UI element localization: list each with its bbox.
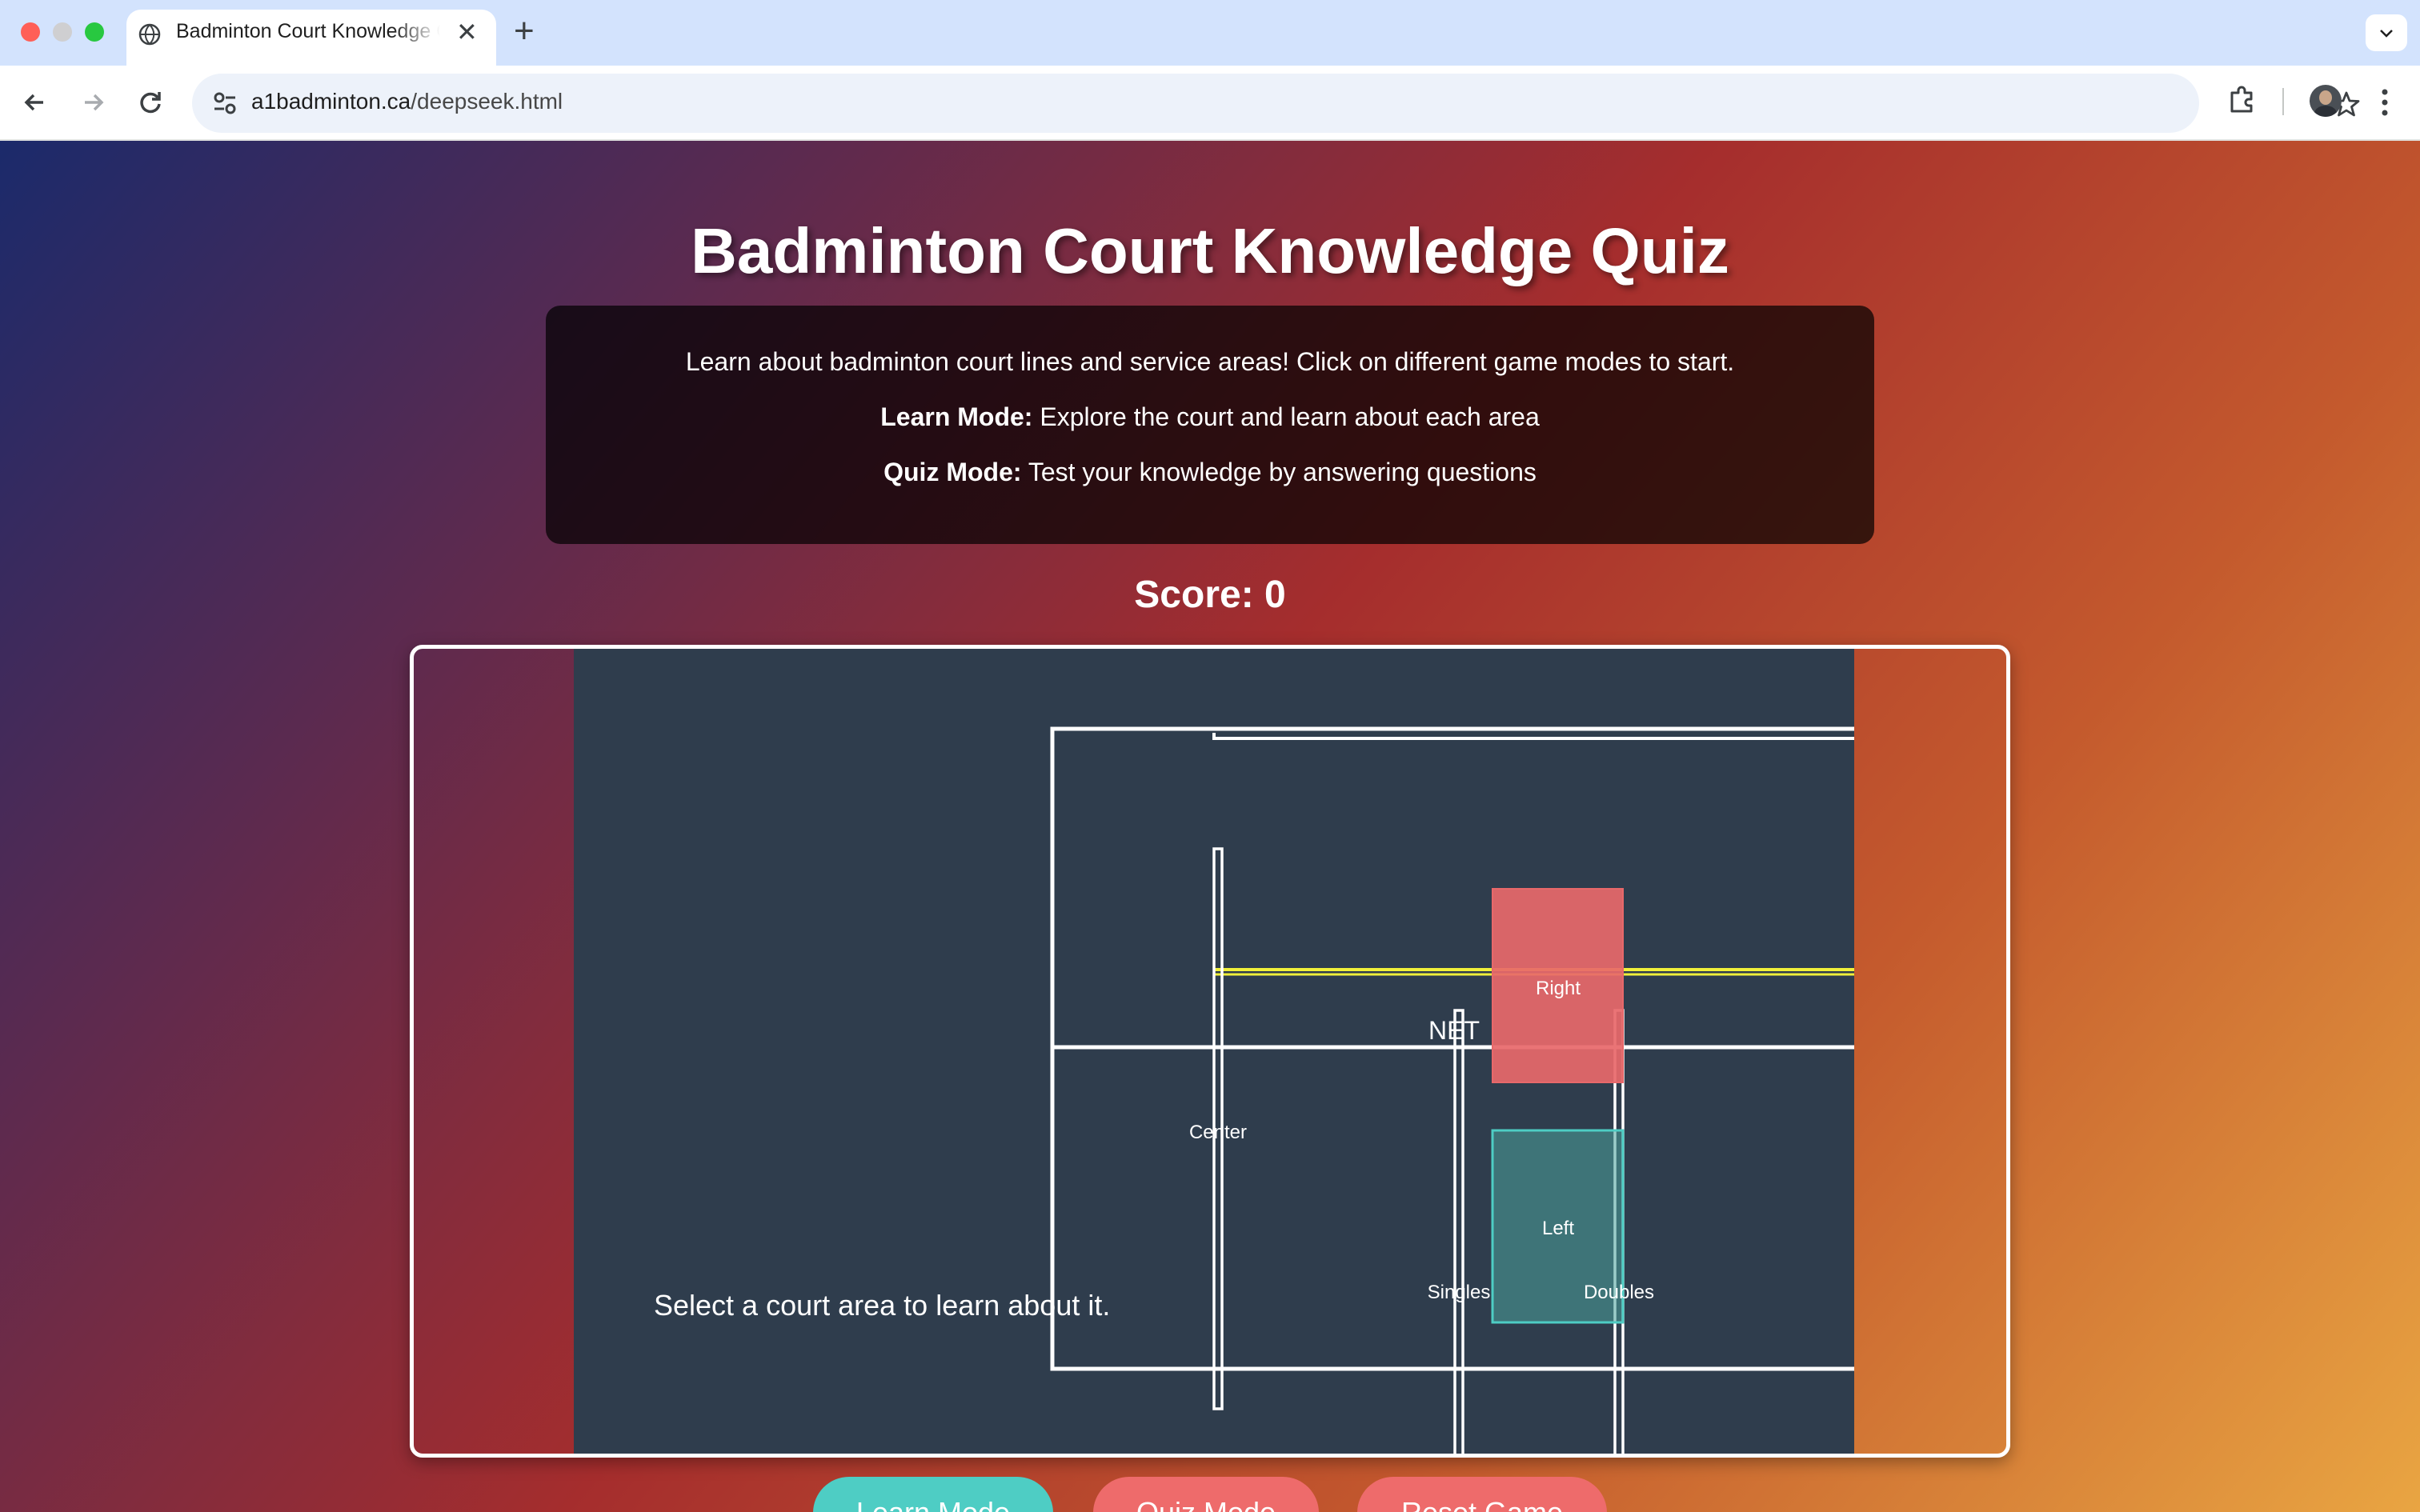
plus-icon[interactable]: + [514, 11, 535, 51]
singles-label: Singles [1428, 1282, 1491, 1303]
reload-icon[interactable] [133, 85, 168, 120]
instructions-panel: Learn about badminton court lines and se… [546, 306, 1874, 544]
avatar-body [2314, 106, 2337, 117]
toolbar-divider [2282, 88, 2284, 115]
close-window-button[interactable] [21, 22, 40, 42]
left-label: Left [1542, 1218, 1574, 1239]
url-text: a1badminton.ca/deepseek.html [251, 89, 563, 114]
maximize-window-button[interactable] [85, 22, 104, 42]
score-label: Score: [1134, 574, 1265, 616]
url-path: /deepseek.html [411, 89, 563, 114]
page-viewport: Badminton Court Knowledge Quiz Learn abo… [0, 141, 2420, 1512]
net-label: NET [1428, 1016, 1480, 1045]
address-bar[interactable]: a1badminton.ca/deepseek.html [192, 74, 2360, 133]
badminton-court[interactable]: Right NET Center Left Singles Doubles Se… [574, 649, 1854, 1454]
back-arrow-icon[interactable] [18, 85, 53, 120]
tune-icon[interactable] [211, 90, 238, 117]
reset-game-button[interactable]: Reset Game [1357, 1477, 1607, 1512]
kebab-menu-icon[interactable] [2380, 86, 2390, 118]
minimize-window-button[interactable] [53, 22, 72, 42]
browser-toolbar: a1badminton.ca/deepseek.html [0, 66, 2420, 141]
quiz-mode-button[interactable]: Quiz Mode [1093, 1477, 1319, 1512]
learn-mode-text: Explore the court and learn about each a… [1032, 402, 1540, 431]
learn-mode-button[interactable]: Learn Mode [813, 1477, 1053, 1512]
score-value: 0 [1264, 574, 1286, 616]
learn-mode-label: Learn Mode: [880, 402, 1033, 431]
chevron-down-icon [2380, 30, 2393, 38]
page-title: Badminton Court Knowledge Quiz [691, 215, 1729, 286]
url-host: a1badminton.ca [251, 89, 411, 114]
baseline-double [1212, 733, 1854, 740]
right-label: Right [1536, 978, 1581, 999]
avatar[interactable] [2310, 85, 2342, 117]
puzzle-icon[interactable] [2226, 83, 2258, 115]
intro-text: Learn about badminton court lines and se… [685, 347, 1735, 376]
quiz-mode-label: Quiz Mode: [883, 458, 1022, 486]
court-diagram: Right NET Center Left Singles Doubles [1050, 726, 1854, 1454]
learn-mode-description: Learn Mode: Explore the court and learn … [546, 402, 1874, 432]
forward-arrow-icon[interactable] [75, 85, 110, 120]
center-label: Center [1189, 1122, 1247, 1143]
tab-title: Badminton Court Knowledge Quiz [176, 20, 440, 42]
tab-strip: Badminton Court Knowledge Quiz ✕ + [0, 0, 2420, 66]
singles-sideline[interactable] [1453, 1009, 1464, 1454]
close-icon[interactable]: ✕ [456, 18, 478, 46]
globe-icon [138, 23, 161, 46]
avatar-face [2319, 90, 2332, 105]
quiz-mode-text: Test your knowledge by answering questio… [1021, 458, 1537, 486]
game-container: Right NET Center Left Singles Doubles Se… [410, 645, 2010, 1458]
tab-search-button[interactable] [2366, 14, 2407, 51]
score-display: Score: 0 [0, 573, 2420, 617]
doubles-label: Doubles [1584, 1282, 1654, 1303]
info-message: Select a court area to learn about it. [654, 1289, 1111, 1322]
quiz-mode-description: Quiz Mode: Test your knowledge by answer… [546, 458, 1874, 487]
